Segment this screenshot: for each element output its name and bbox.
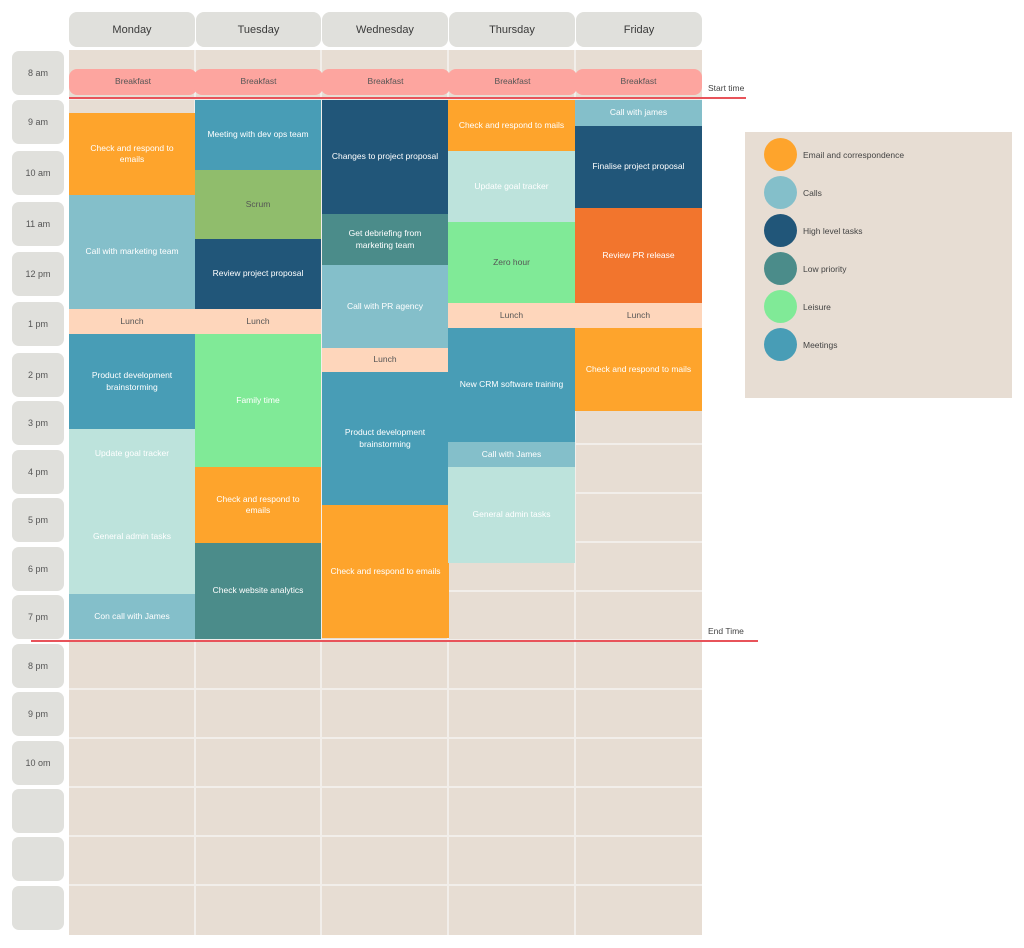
time-label <box>12 886 64 930</box>
event-call[interactable]: Con call with James <box>69 594 195 639</box>
event-breakfast[interactable]: Breakfast <box>194 69 323 95</box>
time-label: 7 pm <box>12 595 64 639</box>
event-breakfast[interactable]: Breakfast <box>69 69 197 95</box>
event-scrum[interactable]: Scrum <box>195 170 321 239</box>
event-low-priority[interactable]: Get debriefing from marketing team <box>322 214 448 265</box>
time-label: 3 pm <box>12 401 64 445</box>
event-goal-tracker[interactable]: Update goal tracker <box>69 429 195 479</box>
day-header-friday: Friday <box>576 12 702 47</box>
event-meeting[interactable]: Meeting with dev ops team <box>195 100 321 170</box>
event-breakfast[interactable]: Breakfast <box>321 69 450 95</box>
event-breakfast[interactable]: Breakfast <box>448 69 577 95</box>
time-label: 8 pm <box>12 644 64 688</box>
event-email[interactable]: Check and respond to mails <box>448 100 575 151</box>
event-lunch[interactable]: Lunch <box>448 303 575 328</box>
event-admin[interactable]: General admin tasks <box>448 467 575 563</box>
event-breakfast[interactable]: Breakfast <box>575 69 702 95</box>
event-email[interactable]: Check and respond to emails <box>69 113 195 195</box>
event-meeting[interactable]: Product development brainstorming <box>69 334 195 429</box>
event-lunch[interactable]: Lunch <box>322 348 448 372</box>
event-leisure[interactable]: Family time <box>195 334 321 467</box>
day-header-thursday: Thursday <box>449 12 575 47</box>
legend-item-meetings: Meetings <box>764 328 838 361</box>
event-pr-release[interactable]: Review PR release <box>575 208 702 303</box>
legend: Email and correspondence Calls High leve… <box>745 132 1012 398</box>
day-header-wednesday: Wednesday <box>322 12 448 47</box>
end-time-label: End Time <box>708 626 744 636</box>
event-lunch[interactable]: Lunch <box>575 303 702 328</box>
time-label: 10 om <box>12 741 64 785</box>
legend-item-high-level: High level tasks <box>764 214 863 247</box>
time-label: 6 pm <box>12 547 64 591</box>
event-meeting[interactable]: New CRM software training <box>448 328 575 442</box>
event-high-level[interactable]: Review project proposal <box>195 239 321 309</box>
time-label: 1 pm <box>12 302 64 346</box>
grid-divider <box>69 884 702 886</box>
event-call[interactable]: Call with james <box>575 100 702 126</box>
time-label: 11 am <box>12 202 64 246</box>
start-time-line <box>69 97 746 99</box>
legend-swatch <box>764 214 797 247</box>
legend-swatch <box>764 290 797 323</box>
grid-divider <box>69 786 702 788</box>
time-label: 8 am <box>12 51 64 95</box>
event-lunch[interactable]: Lunch <box>195 309 321 334</box>
time-label: 9 am <box>12 100 64 144</box>
legend-label: Low priority <box>803 263 847 274</box>
time-label: 10 am <box>12 151 64 195</box>
event-low-priority[interactable]: Check website analytics <box>195 543 321 639</box>
legend-label: Email and correspondence <box>803 149 905 160</box>
time-label: 5 pm <box>12 498 64 542</box>
event-email[interactable]: Check and respond to emails <box>195 467 321 543</box>
end-time-line <box>31 640 758 642</box>
day-header-tuesday: Tuesday <box>196 12 321 47</box>
event-call[interactable]: Call with marketing team <box>69 195 195 309</box>
legend-swatch <box>764 328 797 361</box>
time-label <box>12 789 64 833</box>
legend-label: Leisure <box>803 301 831 312</box>
event-leisure[interactable]: Zero hour <box>448 222 575 303</box>
event-high-level[interactable]: Finalise project proposal <box>575 126 702 208</box>
event-meeting[interactable]: Product development brainstorming <box>322 372 448 505</box>
event-high-level[interactable]: Changes to project proposal <box>322 100 448 214</box>
legend-item-email: Email and correspondence <box>764 138 904 171</box>
event-call[interactable]: Call with James <box>448 442 575 467</box>
time-label: 9 pm <box>12 692 64 736</box>
grid-divider <box>69 688 702 690</box>
legend-label: High level tasks <box>803 225 863 236</box>
legend-swatch <box>764 252 797 285</box>
time-label: 12 pm <box>12 252 64 296</box>
event-lunch[interactable]: Lunch <box>69 309 195 334</box>
event-call[interactable]: Call with PR agency <box>322 265 448 348</box>
event-admin[interactable]: General admin tasks <box>69 479 195 594</box>
legend-swatch <box>764 138 797 171</box>
grid-divider <box>69 835 702 837</box>
day-header-monday: Monday <box>69 12 195 47</box>
time-label: 2 pm <box>12 353 64 397</box>
time-label: 4 pm <box>12 450 64 494</box>
start-time-label: Start time <box>708 83 745 93</box>
legend-item-leisure: Leisure <box>764 290 831 323</box>
event-goal-tracker[interactable]: Update goal tracker <box>448 151 575 222</box>
legend-label: Meetings <box>803 339 838 350</box>
legend-item-low-priority: Low priority <box>764 252 846 285</box>
event-email[interactable]: Check and respond to mails <box>575 328 702 411</box>
legend-label: Calls <box>803 187 822 198</box>
grid-divider <box>69 737 702 739</box>
legend-swatch <box>764 176 797 209</box>
event-email[interactable]: Check and respond to emails <box>322 505 449 638</box>
time-label <box>12 837 64 881</box>
legend-item-calls: Calls <box>764 176 822 209</box>
